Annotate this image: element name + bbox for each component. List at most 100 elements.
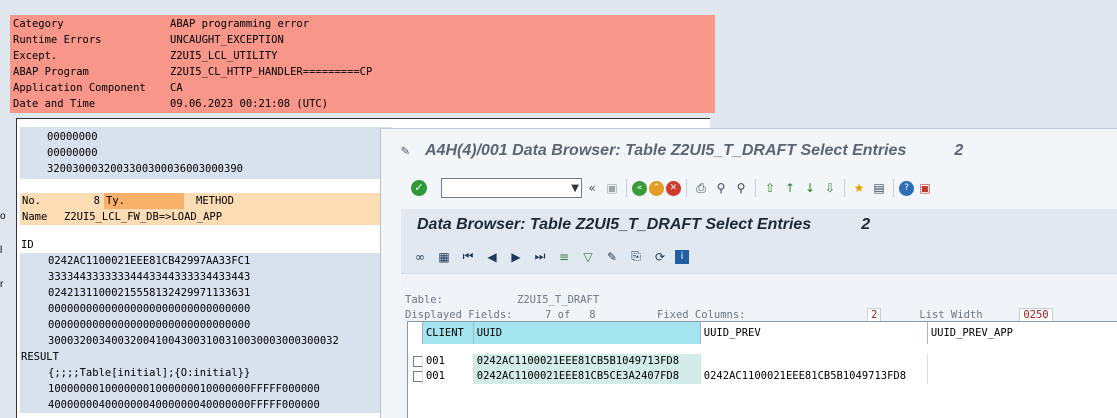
error-key: Category bbox=[13, 18, 64, 30]
edge-letter: r bbox=[0, 279, 4, 290]
application-toolbar: ∞ ▦ ⏮ ◀ ▶ ⏭ ≡ ▽ ✎ ⎘ ⟳ i bbox=[401, 240, 1117, 274]
back-icon[interactable]: « bbox=[632, 180, 647, 196]
table-row[interactable]: 001 0242AC1100021EEE81CB5CE3A2407FD8 024… bbox=[408, 369, 1117, 384]
error-value: UNCAUGHT_EXCEPTION bbox=[170, 34, 284, 46]
shortcut-icon[interactable]: ▤ bbox=[870, 179, 888, 197]
first-page-icon[interactable]: ⇧ bbox=[761, 179, 779, 197]
exit-icon[interactable]: ⌃ bbox=[649, 180, 664, 196]
info-row-table: Table: Z2UI5_T_DRAFT bbox=[405, 293, 1117, 308]
help-icon[interactable]: ? bbox=[899, 180, 914, 196]
hex-line: 00000000 bbox=[47, 131, 98, 143]
cell-uuid[interactable]: 0242AC1100021EEE81CB5CE3A2407FD8 bbox=[473, 369, 701, 384]
grid-spacer bbox=[408, 344, 1117, 354]
results-grid: CLIENT UUID UUID_PREV UUID_PREV_APP 001 … bbox=[407, 321, 1117, 418]
chevron-down-icon[interactable]: ▼ bbox=[571, 183, 579, 194]
print-icon[interactable]: ⎙ bbox=[692, 179, 710, 197]
row-checkbox-cell[interactable] bbox=[408, 369, 423, 384]
find-icon[interactable]: ⚲ bbox=[712, 179, 730, 197]
stack-row-number: No. 8 Ty. METHOD bbox=[20, 193, 392, 209]
variable-id-label: ID bbox=[21, 239, 34, 251]
command-history-icon[interactable]: « bbox=[583, 179, 601, 197]
sort-ascending-icon[interactable]: ≡ bbox=[555, 248, 573, 266]
variable-value-line: 00000000000000000000000000000000 bbox=[20, 301, 392, 317]
column-header-uuid[interactable]: UUID bbox=[473, 322, 701, 344]
data-browser-window: ✎ A4H(4)/001 Data Browser: Table Z2UI5_T… bbox=[380, 128, 1117, 418]
next-page-icon[interactable]: ↓ bbox=[801, 179, 819, 197]
cell-uuid-prev[interactable]: 0242AC1100021EEE81CB5B1049713FD8 bbox=[701, 369, 928, 384]
first-entry-icon[interactable]: ⏮ bbox=[459, 248, 477, 266]
window-menu-icon[interactable]: ✎ bbox=[401, 144, 415, 158]
toolbar-separator bbox=[755, 179, 756, 197]
cancel-icon[interactable]: ✕ bbox=[666, 180, 681, 196]
variables-block: ID 0242AC1100021EEE81CB42997AA33FC1 3333… bbox=[20, 237, 392, 413]
edit-document-icon[interactable]: ✎ bbox=[603, 248, 621, 266]
variable-value-line: 33334433333334443344333334433443 bbox=[20, 269, 392, 285]
variable-value-line: 02421311000215558132429971133631 bbox=[20, 285, 392, 301]
stack-type-label: Ty. bbox=[104, 193, 184, 209]
export-icon[interactable]: ⎘ bbox=[627, 248, 645, 266]
previous-entry-icon[interactable]: ◀ bbox=[483, 248, 501, 266]
table-info: Table: Z2UI5_T_DRAFT Displayed Fields: 7… bbox=[405, 293, 1117, 323]
grid-header-row: CLIENT UUID UUID_PREV UUID_PREV_APP bbox=[408, 322, 1117, 344]
error-header-table: Category ABAP programming error Runtime … bbox=[10, 15, 715, 113]
column-header-client[interactable]: CLIENT bbox=[422, 322, 474, 344]
toolbar-separator bbox=[686, 179, 687, 197]
table-name-value: Z2UI5_T_DRAFT bbox=[517, 294, 600, 306]
command-field[interactable]: ▼ bbox=[441, 178, 582, 198]
stack-no-value: 8 bbox=[93, 195, 100, 207]
layout-menu-icon[interactable]: ▣ bbox=[916, 179, 934, 197]
save-icon[interactable]: ▣ bbox=[603, 179, 621, 197]
row-checkbox[interactable] bbox=[413, 356, 422, 367]
row-checkbox[interactable] bbox=[413, 371, 422, 382]
column-header-uuid-prev[interactable]: UUID_PREV bbox=[700, 322, 928, 344]
window-title-count: 2 bbox=[954, 142, 964, 159]
stack-name-label: Name bbox=[22, 211, 48, 223]
table-row[interactable]: 001 0242AC1100021EEE81CB5B1049713FD8 bbox=[408, 354, 1117, 369]
cell-client[interactable]: 001 bbox=[423, 354, 474, 369]
find-next-icon[interactable]: ⚲ bbox=[732, 179, 750, 197]
select-all-cell[interactable] bbox=[408, 322, 423, 344]
hex-line: 3200300032003300300036003000390 bbox=[47, 163, 243, 175]
variable-value-line: 0242AC1100021EEE81CB42997AA33FC1 bbox=[20, 253, 392, 269]
variable-value-line: {;;;;Table[initial];{O:initial}} bbox=[20, 365, 392, 381]
last-page-icon[interactable]: ⇩ bbox=[821, 179, 839, 197]
toolbar-separator bbox=[844, 179, 845, 197]
error-key: Application Component bbox=[13, 82, 146, 94]
cell-uuid-prev-app[interactable] bbox=[928, 354, 1117, 369]
refresh-icon[interactable]: ⟳ bbox=[651, 248, 669, 266]
error-key: Runtime Errors bbox=[13, 34, 102, 46]
error-value: Z2UI5_LCL_UTILITY bbox=[170, 50, 278, 62]
info-icon[interactable]: i bbox=[675, 249, 689, 264]
error-key: Except. bbox=[13, 50, 58, 62]
data-browser-content: Data Browser: Table Z2UI5_T_DRAFT Select… bbox=[401, 209, 1117, 418]
error-value: 09.06.2023 00:21:08 (UTC) bbox=[170, 98, 329, 110]
hex-block: 00000000 00000000 3200300032003300300036… bbox=[20, 127, 392, 179]
error-key: Date and Time bbox=[13, 98, 96, 110]
error-row-category: Category ABAP programming error bbox=[10, 16, 715, 32]
cell-uuid[interactable]: 0242AC1100021EEE81CB5B1049713FD8 bbox=[473, 354, 701, 369]
previous-page-icon[interactable]: ↑ bbox=[781, 179, 799, 197]
variable-value-line: 40000000400000004000000040000000FFFFF000… bbox=[20, 397, 392, 413]
glasses-icon[interactable]: ∞ bbox=[411, 248, 429, 266]
cell-client[interactable]: 001 bbox=[423, 369, 474, 384]
next-entry-icon[interactable]: ▶ bbox=[507, 248, 525, 266]
standard-toolbar: ✓ ▼ « ▣ « ⌃ ✕ ⎙ ⚲ ⚲ ⇧ ↑ ↓ ⇩ ★ ▤ ? ▣ bbox=[381, 173, 1117, 203]
error-row-datetime: Date and Time 09.06.2023 00:21:08 (UTC) bbox=[10, 96, 715, 112]
error-key: ABAP Program bbox=[13, 66, 89, 78]
check-table-icon[interactable]: ▦ bbox=[435, 248, 453, 266]
error-row-component: Application Component CA bbox=[10, 80, 715, 96]
table-label: Table: bbox=[405, 294, 443, 306]
cell-uuid-prev[interactable] bbox=[701, 354, 928, 369]
last-entry-icon[interactable]: ⏭ bbox=[531, 248, 549, 266]
column-header-uuid-prev-app[interactable]: UUID_PREV_APP bbox=[927, 322, 1117, 344]
enter-check-icon[interactable]: ✓ bbox=[411, 180, 427, 196]
stack-type-value: METHOD bbox=[196, 195, 234, 207]
error-row-program: ABAP Program Z2UI5_CL_HTTP_HANDLER======… bbox=[10, 64, 715, 80]
left-edge-fragments: o l r bbox=[0, 200, 10, 340]
variable-value-line: 3000320034003200410043003100310030003000… bbox=[20, 333, 392, 349]
filter-icon[interactable]: ▽ bbox=[579, 248, 597, 266]
create-session-icon[interactable]: ★ bbox=[850, 179, 868, 197]
row-checkbox-cell[interactable] bbox=[408, 354, 423, 369]
cell-uuid-prev-app[interactable] bbox=[928, 369, 1117, 384]
window-title: A4H(4)/001 Data Browser: Table Z2UI5_T_D… bbox=[425, 142, 907, 159]
